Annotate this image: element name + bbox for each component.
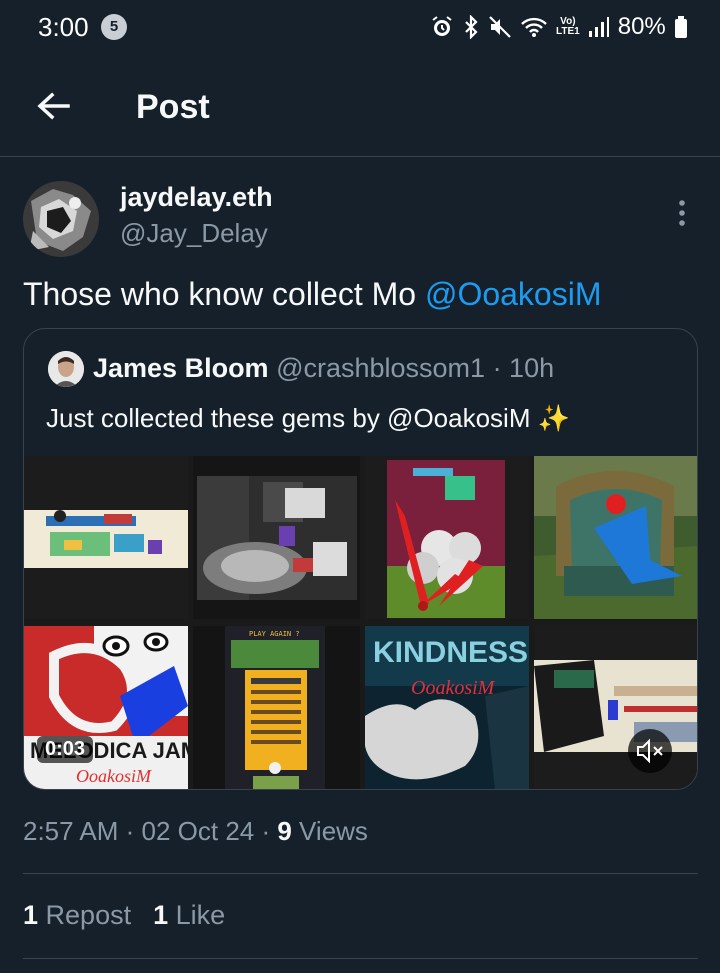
- media-grid: MELODICA JAM OoakosiM PLAY AGAIN ? KINDN…: [24, 456, 697, 789]
- more-options-button[interactable]: [672, 196, 692, 230]
- reposts-stat[interactable]: 1 Repost: [23, 900, 131, 930]
- status-time: 3:00: [38, 12, 89, 42]
- media-tile[interactable]: KINDNESS OoakosiM: [365, 626, 529, 789]
- media-tile[interactable]: [24, 456, 188, 619]
- meta-separator: ·: [254, 816, 278, 846]
- engagement-stats: 1 Repost 1 Like: [23, 900, 225, 931]
- game-title-text: PLAY AGAIN ?: [249, 630, 300, 638]
- network-label: LTE1: [556, 26, 580, 37]
- post-date: 02 Oct 24: [141, 816, 255, 846]
- media-tile[interactable]: [534, 626, 697, 789]
- status-bar: 3:00 5 Vo) LTE1 80%: [0, 0, 720, 54]
- quoted-author-avatar[interactable]: [48, 351, 84, 387]
- quoted-author-name[interactable]: James Bloom: [93, 353, 269, 383]
- media-tile[interactable]: [193, 456, 360, 619]
- back-button[interactable]: [34, 86, 74, 126]
- likes-label: Like: [168, 900, 226, 930]
- quoted-avatar-image: [48, 351, 84, 387]
- reposts-count: 1: [23, 900, 39, 930]
- top-app-bar: Post: [0, 62, 720, 157]
- post-text-body: Those who know collect Mo: [23, 276, 425, 312]
- meta-separator: ·: [118, 816, 142, 846]
- avatar-image: [23, 181, 99, 257]
- quoted-post-card[interactable]: James Bloom @crashblossom1 · 10h Just co…: [23, 328, 698, 790]
- post-text: Those who know collect Mo @OoakosiM: [23, 276, 601, 313]
- mute-icon: [489, 16, 511, 38]
- arrow-left-icon: [37, 92, 70, 120]
- media-tile[interactable]: [534, 456, 697, 619]
- post-metadata: 2:57 AM · 02 Oct 24 · 9 Views: [23, 816, 368, 847]
- likes-stat[interactable]: 1 Like: [153, 900, 225, 930]
- quoted-text: Just collected these gems by @OoakosiM ✨: [46, 403, 571, 433]
- mute-toggle-button[interactable]: [628, 729, 672, 773]
- likes-count: 1: [153, 900, 169, 930]
- media-tile[interactable]: MELODICA JAM OoakosiM: [24, 626, 188, 789]
- post-time: 2:57 AM: [23, 816, 119, 846]
- views-count[interactable]: 9: [277, 816, 291, 846]
- alarm-icon: [432, 16, 452, 36]
- battery-icon: [674, 16, 687, 38]
- divider: [23, 958, 698, 959]
- bluetooth-icon: [465, 15, 478, 39]
- volume-muted-icon: [637, 738, 663, 764]
- divider: [23, 873, 698, 874]
- battery-percent: 80%: [617, 13, 666, 40]
- kindness-title-text: KINDNESS: [373, 636, 528, 669]
- post-mention-link[interactable]: @OoakosiM: [425, 276, 602, 312]
- kindness-signature-text: OoakosiM: [411, 677, 496, 699]
- page-title: Post: [136, 88, 210, 126]
- author-handle[interactable]: @Jay_Delay: [120, 218, 268, 249]
- video-duration-badge: 0:03: [37, 736, 94, 763]
- quoted-handle-time: @crashblossom1 · 10h: [268, 353, 555, 383]
- wifi-icon: [521, 17, 547, 37]
- melodica-signature-text: OoakosiM: [76, 766, 152, 786]
- media-tile[interactable]: PLAY AGAIN ?: [193, 626, 360, 789]
- vertical-ellipsis-icon: [679, 200, 685, 226]
- notification-count-badge: 5: [101, 14, 127, 40]
- signal-icon: [588, 17, 609, 37]
- quoted-header: James Bloom @crashblossom1 · 10h: [93, 353, 554, 384]
- volte-indicator: Vo) LTE1: [556, 17, 580, 37]
- views-label[interactable]: Views: [292, 816, 368, 846]
- media-tile[interactable]: [365, 456, 529, 619]
- author-avatar[interactable]: [23, 181, 99, 257]
- status-icons: Vo) LTE1 80%: [430, 12, 688, 42]
- author-name[interactable]: jaydelay.eth: [120, 182, 273, 213]
- reposts-label: Repost: [38, 900, 132, 930]
